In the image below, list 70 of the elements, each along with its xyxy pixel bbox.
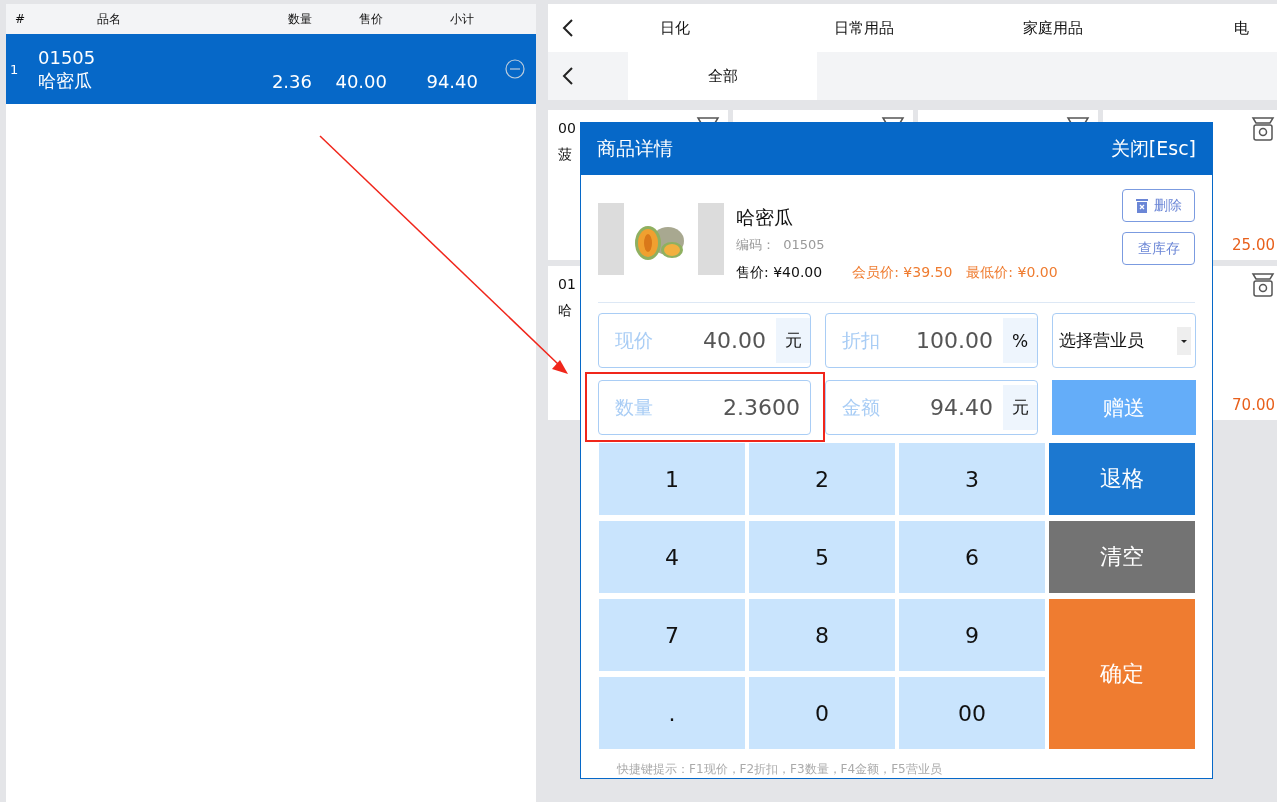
- keypad-key[interactable]: 00: [899, 677, 1045, 749]
- field-label: 数量: [615, 394, 653, 420]
- chevron-left-icon: [562, 67, 574, 85]
- remove-icon[interactable]: [505, 59, 525, 79]
- item-code: 01505: [38, 46, 97, 69]
- input-field[interactable]: 现价 40.00 元: [598, 313, 811, 368]
- field-value: 2.3600: [722, 395, 801, 420]
- close-link[interactable]: 关闭[Esc]: [1110, 136, 1196, 162]
- subcategory-tab[interactable]: 全部: [628, 52, 817, 100]
- category-tab[interactable]: 电: [1147, 4, 1277, 52]
- field-label: 现价: [615, 327, 653, 353]
- keypad-key[interactable]: 2: [749, 443, 895, 515]
- clear-key[interactable]: 清空: [1049, 521, 1195, 593]
- product-name: 菠: [558, 146, 572, 164]
- salesperson-select[interactable]: 选择营业员: [1052, 313, 1196, 368]
- column-header: 小计: [449, 10, 475, 28]
- column-header: 售价: [358, 10, 384, 28]
- keypad-key[interactable]: 7: [599, 599, 745, 671]
- member-price: 会员价: ¥39.50: [852, 264, 953, 282]
- item-name: 哈密瓜: [38, 69, 93, 92]
- product-price: 70.00: [1232, 396, 1275, 414]
- field-value: 94.40: [929, 395, 994, 420]
- field-label: 折扣: [842, 327, 880, 353]
- dialog-title: 商品详情: [597, 136, 673, 161]
- caret-icon: [1177, 326, 1191, 355]
- column-header: 品名: [96, 10, 122, 28]
- chevron-left-icon: [562, 19, 574, 37]
- product-price: 25.00: [1232, 236, 1275, 254]
- stock-button[interactable]: 查库存: [1122, 232, 1195, 265]
- column-header: #: [13, 12, 27, 26]
- keypad-key[interactable]: 6: [899, 521, 1045, 593]
- category-tab[interactable]: 家庭用品: [958, 4, 1147, 52]
- order-row[interactable]: 1 01505 哈密瓜 2.36 40.00 94.40: [6, 34, 536, 104]
- keypad-key[interactable]: 5: [749, 521, 895, 593]
- product-code: 编码： 01505: [736, 236, 826, 254]
- subtotal-cell-text: 94.40: [425, 71, 479, 94]
- field-value: 100.00: [915, 328, 994, 353]
- product-name: 哈密瓜: [736, 205, 794, 230]
- product-name: 哈: [558, 302, 572, 320]
- scale-icon: [1251, 272, 1275, 298]
- product-code: 00: [558, 120, 576, 136]
- category-tab[interactable]: 日化: [580, 4, 769, 52]
- product-code: 01: [558, 276, 576, 292]
- input-field[interactable]: 折扣 100.00 %: [825, 313, 1038, 368]
- quantity-cell-text: 2.36: [270, 71, 312, 94]
- scale-icon: [1251, 116, 1275, 142]
- keypad-key[interactable]: 9: [899, 599, 1045, 671]
- row-index: 1: [9, 61, 20, 77]
- keypad-key[interactable]: 4: [599, 521, 745, 593]
- keypad-key[interactable]: 1: [599, 443, 745, 515]
- sale-price: 售价: ¥40.00: [736, 264, 823, 282]
- delete-button[interactable]: 删除: [1122, 189, 1195, 222]
- unit-label: %: [1003, 318, 1037, 363]
- category-tab[interactable]: 日常用品: [769, 4, 958, 52]
- field-value: 40.00: [702, 328, 767, 353]
- keypad-key[interactable]: 0: [749, 677, 895, 749]
- unit-label: 元: [776, 318, 810, 363]
- shortcut-hint: 快捷键提示：F1现价，F2折扣，F3数量，F4金额，F5营业员: [617, 761, 943, 778]
- minimum-price: 最低价: ¥0.00: [966, 264, 1058, 282]
- price-cell-text: 40.00: [334, 71, 388, 94]
- input-field[interactable]: 数量 2.3600: [598, 380, 811, 435]
- column-header: 数量: [287, 10, 312, 28]
- input-field[interactable]: 金额 94.40 元: [825, 380, 1038, 435]
- backspace-key[interactable]: 退格: [1049, 443, 1195, 515]
- unit-label: 元: [1003, 385, 1037, 430]
- keypad-key[interactable]: 8: [749, 599, 895, 671]
- keypad-key[interactable]: .: [599, 677, 745, 749]
- trash-icon: [1135, 198, 1148, 213]
- keypad-key[interactable]: 3: [899, 443, 1045, 515]
- field-label: 金额: [842, 394, 880, 420]
